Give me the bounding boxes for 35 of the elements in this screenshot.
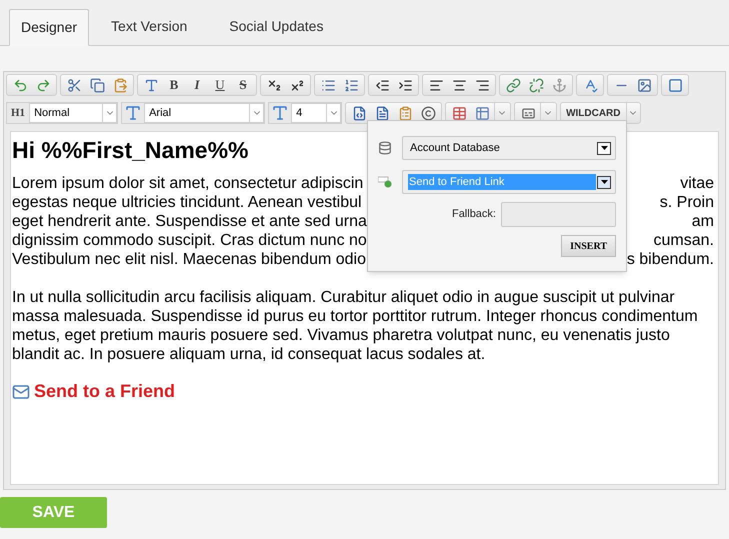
dropdown-arrow-icon	[600, 146, 608, 150]
paragraph-text: s bibendum.	[626, 250, 714, 269]
email-heading: Hi %%First_Name%%	[12, 136, 248, 164]
fallback-label: Fallback:	[452, 207, 496, 222]
paragraph-text: eget hendrerit ante. Suspendisse et ante sed urna	[12, 212, 367, 231]
envelope-icon	[12, 382, 30, 400]
heading-label: H1	[10, 106, 26, 121]
text-style-button[interactable]: S	[232, 75, 254, 95]
paragraph-text: Lorem ipsum dolor sit amet, consectetur adipiscin	[12, 174, 364, 193]
tab[interactable]: Designer	[9, 9, 90, 46]
database-select[interactable]: Account Database	[402, 136, 616, 160]
insert-button[interactable]: INSERT	[561, 235, 616, 257]
database-icon	[378, 141, 392, 155]
paragraph-text: am	[692, 212, 714, 231]
paragraph-text: dignissim commodo suscipit. Cras dictum nunc no	[12, 231, 367, 250]
text-style-button[interactable]: U	[209, 75, 231, 95]
toolbar-select[interactable]: Normal	[29, 103, 118, 123]
toolbar-select[interactable]: 4	[291, 103, 342, 123]
paragraph-text: vitae	[680, 174, 714, 193]
paragraph-text: s. Proin	[660, 193, 714, 212]
send-to-friend-link[interactable]: Send to a Friend	[34, 382, 176, 401]
dropdown-arrow-icon	[600, 180, 608, 184]
font-size-icon	[271, 104, 290, 122]
paragraph-text: egestas neque ultricies tincidunt. Aenean vestibul	[12, 193, 362, 212]
text-style-button[interactable]: B	[163, 75, 185, 95]
add-field-icon	[378, 176, 392, 188]
paragraph-text: In ut nulla sollicitudin arcu facilisis aliquam. Curabitur aliquet odio in augue suscipit ut pulvinar massa malesuada. Suspendisse id purus eu tortor porttitor rutrum. Integer rhoncus condimentum metus, eget pretium mauris posuere sed. Vivamus pharetra volutpat nunc, eu venenatis justo blandit ac. In posuere aliquam urna, id consequat lacus sodales at.	[12, 288, 699, 364]
paragraph-text: cumsan.	[654, 231, 714, 250]
tab[interactable]: Social Updates	[209, 8, 344, 45]
tab[interactable]: Text Version	[91, 8, 208, 45]
text-style-button[interactable]: I	[186, 75, 208, 95]
toolbar-select[interactable]: Arial	[144, 103, 264, 123]
font-icon	[124, 104, 142, 122]
fallback-field[interactable]	[501, 202, 616, 227]
paragraph-text: Vestibulum nec elit nisl. Maecenas bibendum odio	[12, 250, 366, 269]
